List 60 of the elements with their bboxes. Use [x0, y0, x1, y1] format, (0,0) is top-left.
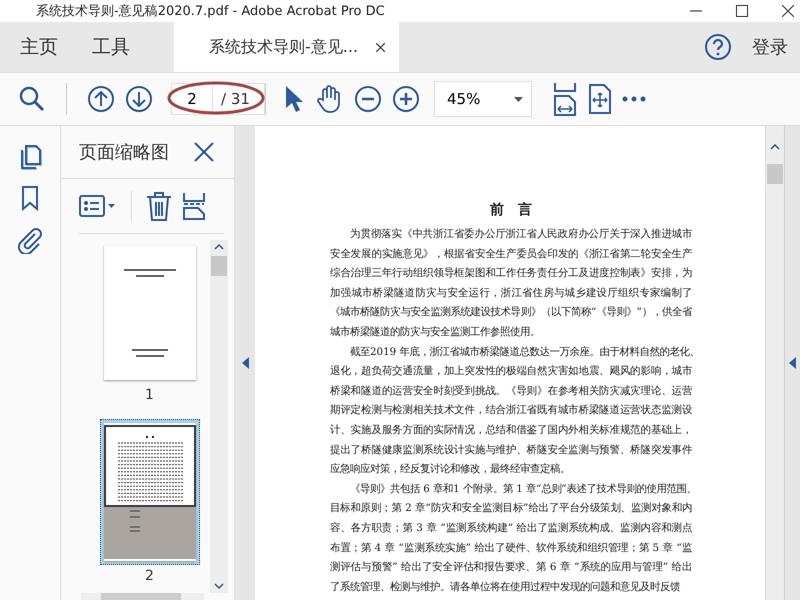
scrollbar[interactable]: [765, 126, 784, 600]
text-line: 为贯彻落实《中共浙江省委办公厅浙江省人民政府办公厅关于深入推进城市: [349, 227, 692, 242]
text-line: 了系统管理、检测与维护。请各单位将在使用过程中发现的问题和意见及时反馈: [330, 580, 682, 595]
text-line: 综合治理三年行动组织领导框架图和工作任务责任分工及进度控制表》安排，为: [330, 266, 692, 282]
split-page-icon[interactable]: [182, 192, 206, 220]
close-icon[interactable]: [376, 42, 386, 52]
document-heading: 前 言: [489, 201, 533, 219]
text-line: 加强城市桥梁隧道防灾与安全运行，浙江省住房与城乡建设厅组织专家编制了: [330, 286, 692, 301]
page-number-field[interactable]: 2: [172, 85, 213, 113]
text-line: 截至2019 年底，浙江省城市桥梁隧道总数达一万余座。由于材料自然的老化、: [349, 344, 692, 360]
page-label: 2: [145, 568, 154, 584]
text-line: 测评估与预警” 给出了安全评估和报告要求、第 6 章 “系统的应用与管理” 给出: [330, 560, 692, 576]
caret-icon: [514, 96, 523, 102]
text-line: 目标和原则；第 2 章“防灾和安全监测目标”给出了平台分级策划、监测对象和内: [330, 501, 692, 516]
panel-title: 页面缩略图: [79, 141, 169, 164]
zoom-out-icon[interactable]: [354, 85, 382, 113]
scrollbar-thumb[interactable]: [767, 164, 783, 184]
login-link[interactable]: 登录: [752, 35, 788, 59]
close-icon[interactable]: [194, 142, 214, 162]
arrow-down-circle-icon[interactable]: [125, 85, 153, 113]
arrow-up-circle-icon[interactable]: [87, 85, 115, 113]
nav-tab[interactable]: 主页: [0, 22, 72, 72]
text-line: 容、各方职责；第 3 章 “监测系统构建” 给出了监测系统构成、监测内容和测点: [330, 520, 692, 536]
text-line: 提出了桥隧健康监测系统设计实施与维护、桥隧安全监测与预警、桥隧突发事件: [330, 442, 692, 458]
zoom-in-icon[interactable]: [392, 85, 420, 113]
trash-icon[interactable]: [146, 191, 172, 221]
text-line: 布置；第 4 章 “监测系统实施” 给出了硬件、软件系统和组织管理；第 5 章 “监: [330, 540, 692, 556]
page-total: / 31: [220, 90, 250, 108]
help-icon[interactable]: [704, 33, 732, 61]
scrollbar-thumb[interactable]: [101, 593, 181, 600]
text-line: 《导则》共包括 6 章和1 个附录。第 1 章“总则”表述了技术导则的使用范围、: [349, 482, 692, 497]
collapse-arrow-icon[interactable]: [242, 357, 248, 369]
page-label: 1: [145, 387, 154, 403]
expand-arrow-icon[interactable]: [789, 357, 796, 369]
fit-width-icon[interactable]: [552, 82, 578, 116]
nav-tab[interactable]: 工具: [72, 22, 144, 72]
caret-down-icon[interactable]: [214, 583, 224, 589]
text-line: 应急响应对策，经反复讨论和修改，最终经审查定稿。: [330, 462, 571, 478]
text-line: 计、实施及服务方面的实际情况，总结和借鉴了国内外相关标准规范的基础上，: [330, 422, 692, 438]
window-title: 系统技术导则-意见稿2020.7.pdf - Adobe Acrobat Pro DC: [35, 3, 385, 20]
text-line: 退化，超负荷交通流量，加上突发性的极端自然灾害如地震、飓风的影响，城市: [330, 364, 692, 380]
text-line: 城市桥梁隧道的防灾与安全监测工作参照使用。: [330, 324, 541, 340]
text-line: 《城市桥隧防灾与安全监测系统建设技术导则》（以下简称“《导则》”），供全省: [330, 305, 692, 320]
text-line: 桥梁和隧道的运营安全时刻受到挑战。《导则》在参考相关防灾减灾理论、运营: [330, 384, 692, 399]
text-line: 安全发展的实施意见》，根据省安全生产委员会印发的《浙江省第二轮安全生产: [330, 246, 692, 262]
close-icon[interactable]: [782, 5, 794, 17]
scrollbar-thumb[interactable]: [211, 256, 227, 276]
paperclip-icon[interactable]: [16, 226, 44, 254]
options-icon[interactable]: [79, 193, 117, 219]
fit-page-icon[interactable]: [588, 84, 612, 114]
maximize-icon[interactable]: [736, 5, 748, 17]
text-line: 期评定检测与检测相关技术文件，结合浙江省既有城市桥梁隧道运营状态监测设: [330, 403, 692, 418]
scrollbar[interactable]: [210, 240, 228, 593]
zoom-dropdown[interactable]: 45%: [434, 81, 532, 117]
caret-up-icon[interactable]: [770, 144, 780, 150]
more-icon[interactable]: [622, 96, 646, 102]
search-icon[interactable]: [18, 85, 46, 113]
document-tab[interactable]: 系统技术导则-意见...: [174, 22, 400, 72]
horizontal-scrollbar[interactable]: [81, 593, 204, 600]
caret-up-icon[interactable]: [214, 244, 224, 250]
